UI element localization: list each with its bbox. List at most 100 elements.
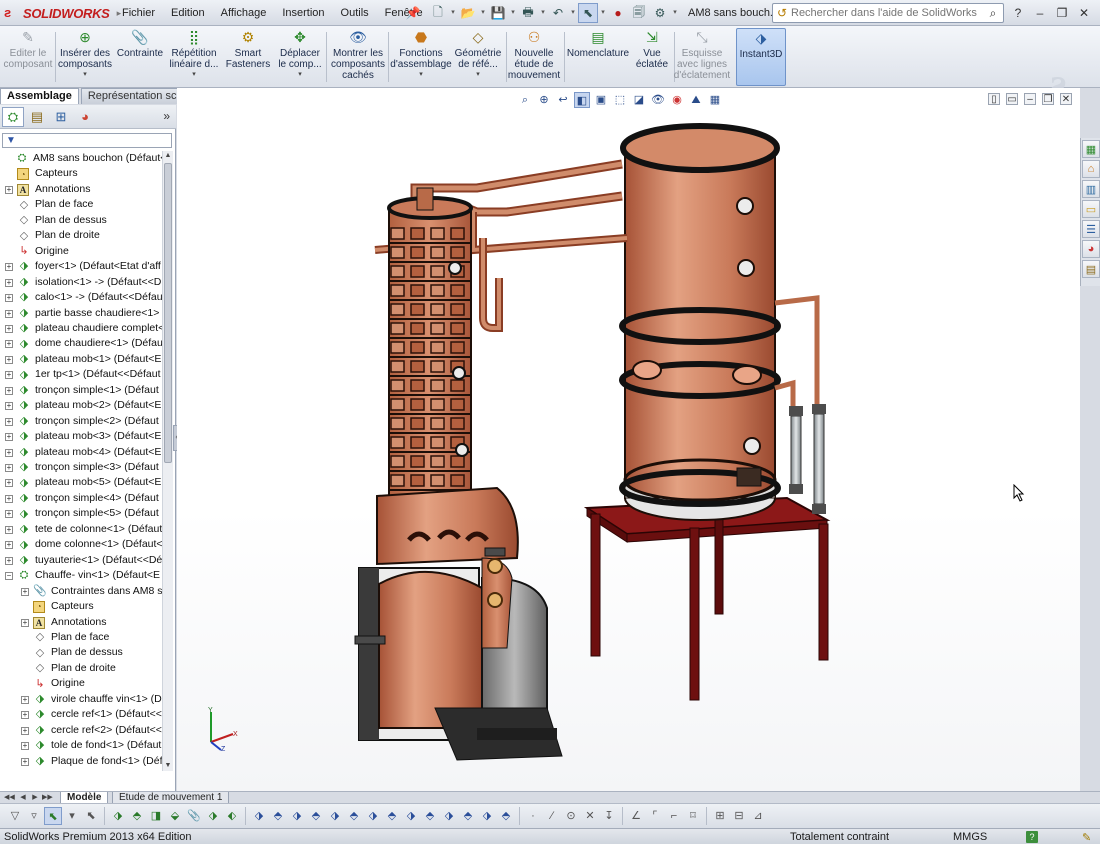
- command-button-3[interactable]: ⣿ Répétition linéaire d... ▾: [166, 28, 222, 86]
- tree-expander-icon[interactable]: +: [5, 448, 13, 457]
- tree-item[interactable]: + ⬗ calo<1> -> (Défaut<<Défau: [0, 290, 162, 306]
- options-dropdown-icon[interactable]: ▾: [671, 3, 679, 23]
- filter-axis-icon[interactable]: ⬗: [250, 807, 268, 825]
- tree-expander-icon[interactable]: −: [5, 572, 13, 581]
- filter-block-icon[interactable]: ⬗: [478, 807, 496, 825]
- open-dropdown-icon[interactable]: ▾: [479, 3, 487, 23]
- view-palette-icon[interactable]: ☰: [1082, 220, 1100, 238]
- tree-item[interactable]: + ⬗ plateau chaudiere complet<: [0, 321, 162, 337]
- tree-item[interactable]: + ⬗ tronçon simple<3> (Défaut: [0, 460, 162, 476]
- line-icon[interactable]: ∕: [543, 807, 561, 825]
- tab-0[interactable]: Assemblage: [0, 88, 79, 104]
- custom-properties-icon[interactable]: ▤: [1082, 260, 1100, 278]
- pin-menu-icon[interactable]: 📌: [404, 4, 422, 22]
- tree-expander-icon[interactable]: +: [5, 278, 13, 287]
- tree-expander-icon[interactable]: +: [21, 711, 29, 720]
- tree-item[interactable]: + ⬗ tete de colonne<1> (Défaut: [0, 522, 162, 538]
- file-explorer-icon[interactable]: ▭: [1082, 200, 1100, 218]
- distillation-column[interactable]: [387, 187, 473, 499]
- circle-icon[interactable]: ⊙: [562, 807, 580, 825]
- command-button-6[interactable]: 👁 Montrer les composants cachés: [330, 28, 386, 86]
- filter-cosmetic-icon[interactable]: ⬘: [345, 807, 363, 825]
- menu-item-1[interactable]: Edition: [163, 0, 213, 26]
- help-search-input[interactable]: [791, 7, 983, 19]
- command-dropdown-icon[interactable]: ▾: [298, 70, 302, 79]
- filter-gtol-icon[interactable]: ⬗: [440, 807, 458, 825]
- tree-item[interactable]: ◔ Capteurs: [0, 599, 162, 615]
- filter-pin-icon[interactable]: ⬘: [497, 807, 515, 825]
- filter-assembly-icon[interactable]: ⬗: [109, 807, 127, 825]
- command-button-11[interactable]: ⇲ Vue éclatée: [632, 28, 672, 86]
- filter-mates-icon[interactable]: 📎: [185, 807, 203, 825]
- solidworks-logo[interactable]: ƨ SOLIDWORKS ▸: [4, 4, 121, 22]
- filter-weld-icon[interactable]: ⬗: [364, 807, 382, 825]
- tree-item[interactable]: + 📎 Contraintes dans AM8 s: [0, 584, 162, 600]
- undo-icon[interactable]: ↶: [548, 3, 568, 23]
- save-icon[interactable]: 💾: [488, 3, 508, 23]
- tree-item[interactable]: + ⬗ partie basse chaudiere<1> (: [0, 306, 162, 322]
- undo-dropdown-icon[interactable]: ▾: [569, 3, 577, 23]
- tree-item[interactable]: + ⬗ virole chauffe vin<1> (D: [0, 692, 162, 708]
- grid-icon[interactable]: ⊞: [711, 807, 729, 825]
- tree-item[interactable]: + ⬗ Plaque de fond<1> (Déf: [0, 754, 162, 770]
- command-button-9[interactable]: ⚇ Nouvelle étude de mouvement: [506, 28, 562, 86]
- tree-item[interactable]: ◇ Plan de dessus: [0, 645, 162, 661]
- dash-icon[interactable]: ⌑: [684, 807, 702, 825]
- arrow-icon[interactable]: ↧: [600, 807, 618, 825]
- tree-expander-icon[interactable]: +: [21, 757, 29, 766]
- tree-item[interactable]: + ⬗ isolation<1> -> (Défaut<<D: [0, 275, 162, 291]
- filter-ref-icon[interactable]: ⬖: [223, 807, 241, 825]
- command-dropdown-icon[interactable]: ▾: [83, 70, 87, 79]
- cross-icon[interactable]: ✕: [581, 807, 599, 825]
- stand-table[interactable]: [583, 496, 831, 701]
- print-dropdown-icon[interactable]: ▾: [539, 3, 547, 23]
- tree-expander-icon[interactable]: +: [5, 464, 13, 472]
- tree-item[interactable]: + ⬗ tronçon simple<1> (Défaut: [0, 383, 162, 399]
- menu-item-3[interactable]: Insertion: [274, 0, 332, 26]
- tree-expander-icon[interactable]: +: [21, 618, 29, 627]
- command-dropdown-icon[interactable]: ▾: [192, 70, 196, 79]
- search-icon[interactable]: ⌕: [983, 6, 1003, 21]
- rebuild-notice-icon[interactable]: ✎: [1082, 830, 1091, 844]
- filter-point-icon[interactable]: ⬗: [288, 807, 306, 825]
- menu-item-2[interactable]: Affichage: [213, 0, 275, 26]
- tree-item[interactable]: ◇ Plan de face: [0, 197, 162, 213]
- tree-expander-icon[interactable]: +: [5, 510, 13, 519]
- command-button-5[interactable]: ✥ Déplacer le comp... ▾: [276, 28, 324, 86]
- tree-expander-icon[interactable]: +: [5, 263, 13, 272]
- tree-expander-icon[interactable]: +: [21, 726, 29, 735]
- tree-item[interactable]: + ⬗ plateau mob<3> (Défaut<E: [0, 429, 162, 445]
- prev-tab-icon[interactable]: ◀: [18, 793, 28, 803]
- command-button-2[interactable]: 📎 Contrainte: [114, 28, 166, 86]
- tree-expander-icon[interactable]: +: [5, 494, 13, 503]
- tree-item[interactable]: + ⬗ cercle ref<2> (Défaut<<: [0, 723, 162, 739]
- displaymanager-tab-icon[interactable]: ◕: [74, 107, 96, 127]
- filter-dims-icon[interactable]: ⬗: [204, 807, 222, 825]
- menu-item-0[interactable]: Fichier: [114, 0, 163, 26]
- tree-item[interactable]: ◔ Capteurs: [0, 166, 162, 182]
- tree-expander-icon[interactable]: +: [5, 525, 13, 534]
- scroll-down-icon[interactable]: ▼: [163, 761, 173, 771]
- filter-note-icon[interactable]: ⬘: [383, 807, 401, 825]
- filter-toggle-icon[interactable]: ▽: [6, 807, 24, 825]
- command-button-10[interactable]: ▤ Nomenclature: [566, 28, 630, 86]
- tree-filter-field[interactable]: ▼: [2, 133, 172, 148]
- tree-item[interactable]: + A Annotations: [0, 615, 162, 631]
- tree-item[interactable]: + ⬗ tronçon simple<4> (Défaut: [0, 491, 162, 507]
- save-dropdown-icon[interactable]: ▾: [509, 3, 517, 23]
- filter-origin-icon[interactable]: ⬘: [307, 807, 325, 825]
- design-library-icon[interactable]: ▥: [1082, 180, 1100, 198]
- open-folder-icon[interactable]: 📂: [458, 3, 478, 23]
- home-icon[interactable]: ⌂: [1082, 160, 1100, 178]
- tree-scrollbar[interactable]: ▲ ▼: [162, 151, 173, 771]
- tree-expander-icon[interactable]: +: [5, 324, 13, 333]
- tree-expander-icon[interactable]: +: [21, 742, 29, 751]
- select-dropdown-icon[interactable]: ▾: [63, 807, 81, 825]
- propertymanager-tab-icon[interactable]: ▤: [26, 107, 48, 127]
- tree-item[interactable]: + A Annotations: [0, 182, 162, 198]
- next-tab-icon[interactable]: ▶: [30, 793, 40, 803]
- tree-item[interactable]: ◇ Plan de droite: [0, 228, 162, 244]
- select-pointer-icon[interactable]: ⬉: [578, 3, 598, 23]
- tree-expander-icon[interactable]: +: [5, 340, 13, 349]
- filter-balloon-icon[interactable]: ⬗: [402, 807, 420, 825]
